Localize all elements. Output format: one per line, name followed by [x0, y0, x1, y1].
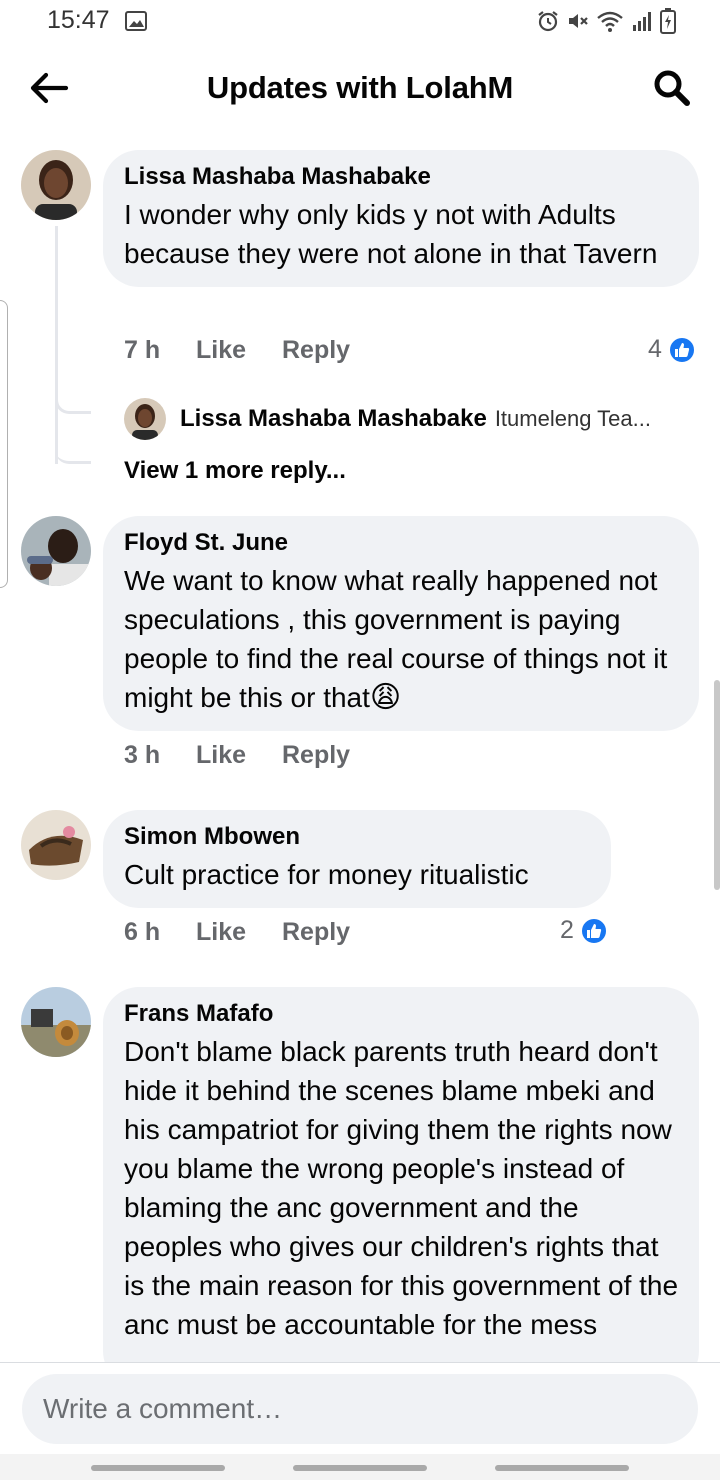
signal-icon — [633, 12, 651, 31]
search-icon[interactable] — [652, 68, 692, 108]
thumbs-up-icon — [579, 916, 608, 945]
page-title: Updates with LolahM — [206, 70, 514, 105]
thread-connector — [55, 398, 91, 414]
reply-button[interactable]: Reply — [282, 741, 350, 770]
comment-list: Lissa Mashaba Mashabake I wonder why onl… — [0, 130, 720, 1362]
comment-actions: 7 h Like Reply — [124, 336, 350, 365]
thread-connector — [55, 448, 91, 464]
reaction-count[interactable]: 2 — [560, 916, 608, 945]
reply-preview[interactable]: Lissa Mashaba Mashabake Itumeleng Tea... — [124, 398, 651, 440]
avatar[interactable] — [21, 810, 91, 880]
reply-text: Itumeleng Tea... — [494, 406, 651, 431]
reply-button[interactable]: Reply — [282, 336, 350, 365]
like-button[interactable]: Like — [196, 336, 282, 365]
avatar[interactable] — [21, 150, 91, 220]
comment-author[interactable]: Lissa Mashaba Mashabake — [124, 162, 679, 192]
nav-back-handle[interactable] — [495, 1465, 629, 1471]
comment-text: Don't blame black parents truth heard do… — [124, 1036, 679, 1340]
comment-time[interactable]: 3 h — [124, 741, 196, 770]
comment-bubble[interactable]: Lissa Mashaba Mashabake I wonder why onl… — [103, 150, 699, 287]
battery-charging-icon — [660, 8, 676, 34]
status-bar: 15:47 — [0, 0, 720, 44]
thread-line — [55, 414, 58, 464]
thumbs-up-icon — [667, 335, 696, 364]
mute-icon — [569, 14, 588, 28]
comment-actions: 6 h Like Reply — [124, 918, 350, 947]
comment-text: I wonder why only kids y not with Adults… — [124, 199, 658, 269]
comment-bubble[interactable]: Frans Mafafo Don't blame black parents t… — [103, 987, 699, 1362]
view-more-replies-link[interactable]: View 1 more reply... — [124, 457, 346, 485]
status-icons — [536, 8, 676, 34]
comment-author[interactable]: Floyd St. June — [124, 528, 679, 558]
system-nav-bar — [0, 1454, 720, 1480]
avatar[interactable] — [21, 987, 91, 1057]
reply-author[interactable]: Lissa Mashaba Mashabake — [180, 405, 487, 433]
comment-text: Cult practice for money ritualistic — [124, 859, 529, 890]
comment-composer — [0, 1362, 720, 1480]
image-icon — [125, 11, 147, 31]
reply-button[interactable]: Reply — [282, 918, 350, 947]
comment-text: We want to know what really happened not… — [124, 561, 679, 717]
reaction-count[interactable]: 4 — [648, 335, 696, 364]
avatar[interactable] — [21, 516, 91, 586]
comment-actions: 3 h Like Reply — [124, 741, 350, 770]
comment-bubble[interactable]: Simon Mbowen Cult practice for money rit… — [103, 810, 611, 908]
comment-bubble[interactable]: Floyd St. June We want to know what real… — [103, 516, 699, 731]
like-button[interactable]: Like — [196, 741, 282, 770]
status-time: 15:47 — [47, 6, 110, 34]
comment-input[interactable] — [22, 1374, 698, 1444]
nav-home-handle[interactable] — [293, 1465, 427, 1471]
comment-time[interactable]: 6 h — [124, 918, 196, 947]
scrollbar[interactable] — [714, 680, 720, 890]
like-button[interactable]: Like — [196, 918, 282, 947]
reaction-number: 2 — [560, 916, 574, 944]
app-header: Updates with LolahM — [0, 50, 720, 130]
thread-line — [55, 226, 58, 414]
avatar[interactable] — [124, 398, 166, 440]
reaction-number: 4 — [648, 335, 662, 363]
wifi-icon — [597, 11, 623, 32]
comment-author[interactable]: Simon Mbowen — [124, 822, 591, 852]
comment-author[interactable]: Frans Mafafo — [124, 999, 679, 1029]
comment-time[interactable]: 7 h — [124, 336, 196, 365]
nav-recents-handle[interactable] — [91, 1465, 225, 1471]
alarm-icon — [538, 11, 558, 32]
weary-face-emoji: 😩 — [369, 681, 402, 714]
